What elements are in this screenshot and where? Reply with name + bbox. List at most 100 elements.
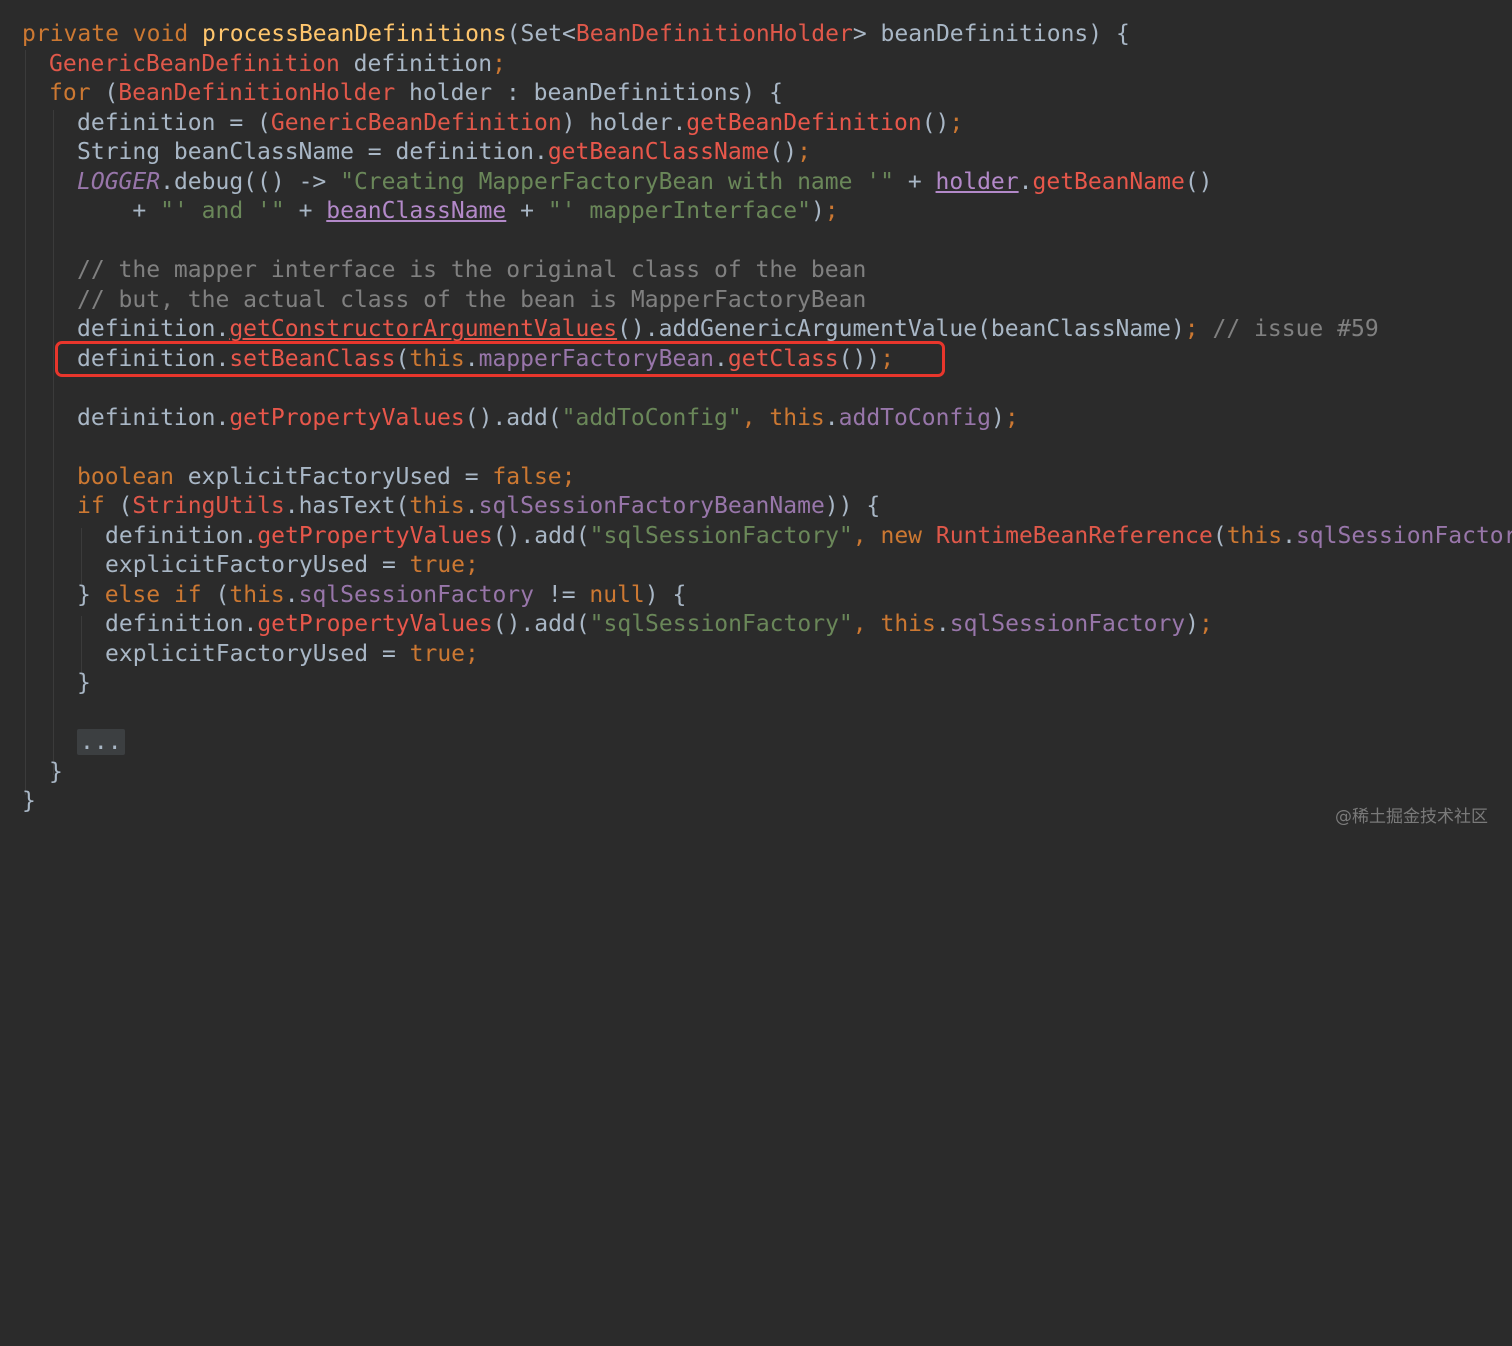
token: , — [741, 404, 770, 431]
token: ) holder. — [561, 109, 687, 136]
token: () — [921, 109, 950, 136]
type-name: StringUtils — [132, 493, 285, 519]
method-call: getBeanClassName — [547, 139, 770, 165]
indent-guide — [81, 528, 82, 588]
token: null — [589, 581, 645, 608]
token: . — [1018, 168, 1033, 195]
token: . — [824, 404, 839, 431]
token: this — [409, 493, 465, 519]
field: addToConfig — [838, 404, 991, 431]
field: sqlSessionFactory — [949, 611, 1186, 637]
token: () — [769, 139, 798, 165]
token: explicitFactoryUsed = — [187, 463, 493, 490]
method-call: getBeanDefinition — [686, 109, 922, 136]
code-line-4: definition = (GenericBeanDefinition) hol… — [77, 109, 963, 139]
token: true — [409, 552, 466, 578]
type-name: GenericBeanDefinition — [49, 50, 340, 77]
code-line-21: definition.getPropertyValues().add("sqlS… — [105, 610, 1213, 640]
token: ().addGenericArgumentValue(beanClassName… — [617, 316, 1185, 342]
token: true — [409, 640, 466, 667]
token: } — [22, 788, 36, 814]
token: ; — [561, 463, 576, 490]
token: ; — [465, 640, 479, 667]
field: sqlSessionFactoryBeanName — [478, 493, 825, 519]
token: this — [229, 581, 285, 608]
token: , — [852, 522, 881, 549]
token: this — [769, 404, 825, 431]
string-literal: "' mapperInterface" — [547, 198, 811, 224]
token: this — [1226, 522, 1283, 549]
code-line-26: } — [49, 758, 63, 788]
token: ) { — [644, 581, 687, 608]
code-editor[interactable]: private void processBeanDefinitions(Set<… — [22, 20, 1512, 1346]
folded-region[interactable]: ... — [77, 729, 125, 755]
token: if — [77, 493, 119, 519]
code-line-10: // but, the actual class of the bean is … — [77, 286, 866, 316]
token: holder : beanDefinitions) { — [395, 80, 783, 106]
method-name: processBeanDefinitions — [202, 21, 507, 47]
type-name: BeanDefinitionHolder — [575, 21, 853, 47]
code-line-2: GenericBeanDefinition definition; — [49, 50, 506, 80]
token: definition. — [77, 316, 230, 342]
token: . — [935, 611, 950, 637]
token: , — [852, 611, 881, 637]
token: ; — [824, 198, 839, 224]
comment: // but, the actual class of the bean is … — [77, 286, 867, 313]
token: explicitFactoryUsed = — [105, 640, 410, 667]
indent-guide — [53, 110, 54, 775]
token: ().add( — [492, 522, 590, 549]
token: + — [77, 198, 161, 224]
token: ().add( — [492, 611, 590, 637]
string-literal: "Creating MapperFactoryBean with name '" — [340, 168, 894, 195]
token: ; — [1199, 611, 1213, 637]
token: explicitFactoryUsed = — [105, 552, 410, 578]
token: . — [284, 581, 299, 608]
captured-variable: beanClassName — [326, 198, 507, 224]
token: . — [1282, 522, 1296, 549]
token: ; — [1184, 316, 1213, 342]
code-line-27: } — [22, 787, 36, 817]
field: sqlSessionFactory — [298, 581, 534, 608]
token: definition. — [105, 611, 258, 637]
code-line-19: explicitFactoryUsed = true; — [105, 551, 479, 581]
token: ) — [990, 404, 1005, 431]
token: ( — [118, 493, 133, 519]
token: .hasText( — [284, 493, 410, 519]
token: > beanDefinitions) { — [852, 21, 1130, 47]
code-line-5: String beanClassName = definition.getBea… — [77, 138, 811, 168]
type-name: GenericBeanDefinition — [270, 109, 562, 136]
token: .debug(() -> — [160, 168, 341, 195]
code-line-25[interactable]: ... — [77, 728, 125, 758]
code-line-9: // the mapper interface is the original … — [77, 256, 866, 286]
code-line-17: if (StringUtils.hasText(this.sqlSessionF… — [77, 492, 880, 522]
token: } — [77, 581, 105, 608]
comment: // the mapper interface is the original … — [77, 257, 867, 283]
token: + — [506, 198, 548, 224]
code-line-3: for (BeanDefinitionHolder holder : beanD… — [49, 79, 783, 109]
token: ().add( — [464, 404, 562, 431]
token: ( — [104, 80, 119, 106]
token: new — [880, 522, 936, 549]
type-name: RuntimeBeanReference — [935, 522, 1213, 549]
string-literal: "addToConfig" — [561, 404, 742, 431]
token: . — [464, 493, 479, 519]
token: ) — [1185, 611, 1199, 637]
watermark: @稀土掘金技术社区 — [1335, 807, 1488, 827]
token: } — [77, 670, 91, 696]
token: definition — [339, 50, 493, 77]
string-literal: "sqlSessionFactory" — [589, 522, 853, 549]
captured-variable: holder — [935, 168, 1019, 195]
method-call: getPropertyValues — [229, 404, 465, 431]
token: boolean — [77, 463, 188, 490]
token: + — [894, 168, 936, 195]
token: (Set< — [506, 21, 576, 47]
token: else if — [104, 581, 216, 608]
code-line-23: } — [77, 669, 91, 699]
token: ; — [949, 109, 964, 136]
indent-guide — [81, 616, 82, 676]
token: != — [534, 581, 590, 608]
method-call: getPropertyValues — [257, 522, 493, 549]
string-literal: "' and '" — [160, 198, 285, 224]
comment: // issue #59 — [1212, 316, 1379, 342]
method-call: getConstructorArgumentValues — [229, 316, 618, 342]
